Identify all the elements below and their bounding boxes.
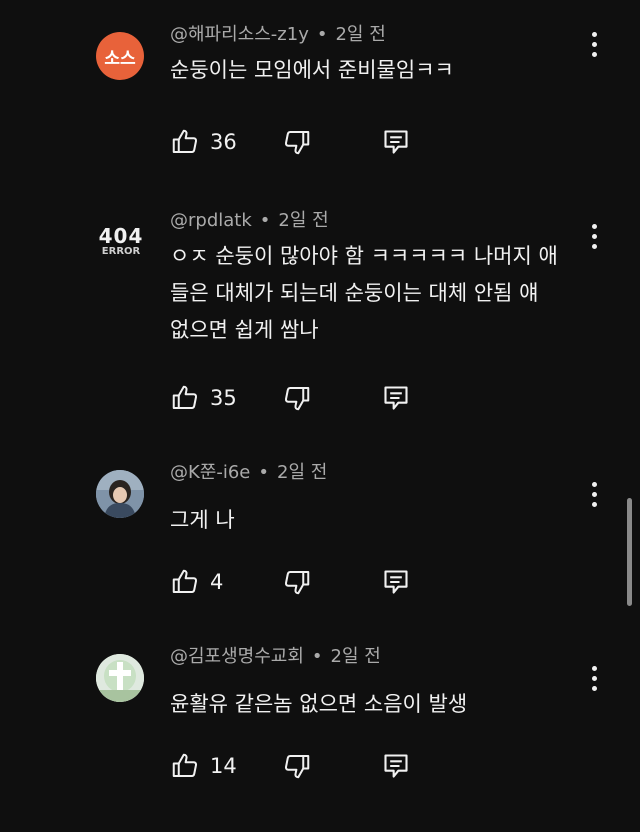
comment-actions: 4 [170,566,610,598]
like-count: 14 [210,754,237,778]
comment-author[interactable]: @K쭌-i6e [170,462,250,483]
reply-icon [382,567,410,597]
meta-separator: • [259,210,271,231]
dislike-button[interactable] [282,750,312,782]
comment-actions: 14 [170,750,610,782]
reply-icon [382,751,410,781]
comment-text-line: 그게 나 [170,508,235,532]
like-count: 36 [210,130,237,154]
comment-text-line: 순둥이는 모임에서 준비물임ㅋㅋ [170,58,454,82]
thumbs-down-icon [282,751,312,781]
comment-author[interactable]: @김포생명수교회 [170,646,304,667]
reply-button[interactable] [382,566,410,598]
comment-text-line: ㅇㅈ 순둥이 많아야 함 ㅋㅋㅋㅋㅋ 나머지 애 [170,244,558,268]
avatar[interactable] [96,654,144,702]
meta-separator: • [311,646,323,667]
like-button[interactable]: 4 [170,566,223,598]
comment-text-line: 윤활유 같은놈 없으면 소음이 발생 [170,692,468,716]
comment-time[interactable]: 2일 전 [335,24,385,45]
avatar-photo [96,470,144,518]
comment-actions: 36 [170,126,610,158]
avatar-photo [96,654,144,702]
comment-text: ㅇㅈ 순둥이 많아야 함 ㅋㅋㅋㅋㅋ 나머지 애 들은 대체가 되는데 순둥이는… [170,238,590,349]
meta-separator: • [258,462,270,483]
like-button[interactable]: 35 [170,382,237,414]
thumbs-up-icon [170,127,200,157]
comment-time[interactable]: 2일 전 [331,646,381,667]
comment-meta: @rpdlatk • 2일 전 [170,206,329,232]
avatar-label: ERROR [101,246,141,257]
avatar[interactable] [96,470,144,518]
scrollbar-thumb[interactable] [627,498,632,606]
like-count: 4 [210,570,224,594]
avatar[interactable]: 404 ERROR [96,218,146,266]
thumbs-up-icon [170,567,200,597]
comment-text-line: 들은 대체가 되는데 순둥이는 대체 안됨 얘 [170,281,539,305]
thumbs-down-icon [282,567,312,597]
avatar-label: 소스 [104,48,136,69]
reply-button[interactable] [382,126,410,158]
comment-text: 그게 나 [170,502,590,539]
dislike-button[interactable] [282,126,312,158]
avatar[interactable]: 소스 [96,32,144,80]
comment-meta: @해파리소스-z1y • 2일 전 [170,20,386,46]
comment-time[interactable]: 2일 전 [278,210,328,231]
reply-icon [382,383,410,413]
comment-author[interactable]: @rpdlatk [170,210,252,231]
comment-text-line: 없으면 쉽게 쌈나 [170,318,319,342]
comment-text: 순둥이는 모임에서 준비물임ㅋㅋ [170,52,590,89]
avatar-label: 404 [98,224,144,248]
comment-meta: @K쭌-i6e • 2일 전 [170,458,327,484]
reply-icon [382,127,410,157]
dislike-button[interactable] [282,566,312,598]
thumbs-up-icon [170,751,200,781]
reply-button[interactable] [382,382,410,414]
reply-button[interactable] [382,750,410,782]
like-button[interactable]: 14 [170,750,237,782]
comment-meta: @김포생명수교회 • 2일 전 [170,642,381,668]
meta-separator: • [316,24,328,45]
thumbs-up-icon [170,383,200,413]
comment-author[interactable]: @해파리소스-z1y [170,24,309,45]
comment-actions: 35 [170,382,610,414]
comment-text: 윤활유 같은놈 없으면 소음이 발생 [170,686,590,723]
thumbs-down-icon [282,127,312,157]
thumbs-down-icon [282,383,312,413]
like-button[interactable]: 36 [170,126,237,158]
comment-time[interactable]: 2일 전 [277,462,327,483]
dislike-button[interactable] [282,382,312,414]
like-count: 35 [210,386,237,410]
